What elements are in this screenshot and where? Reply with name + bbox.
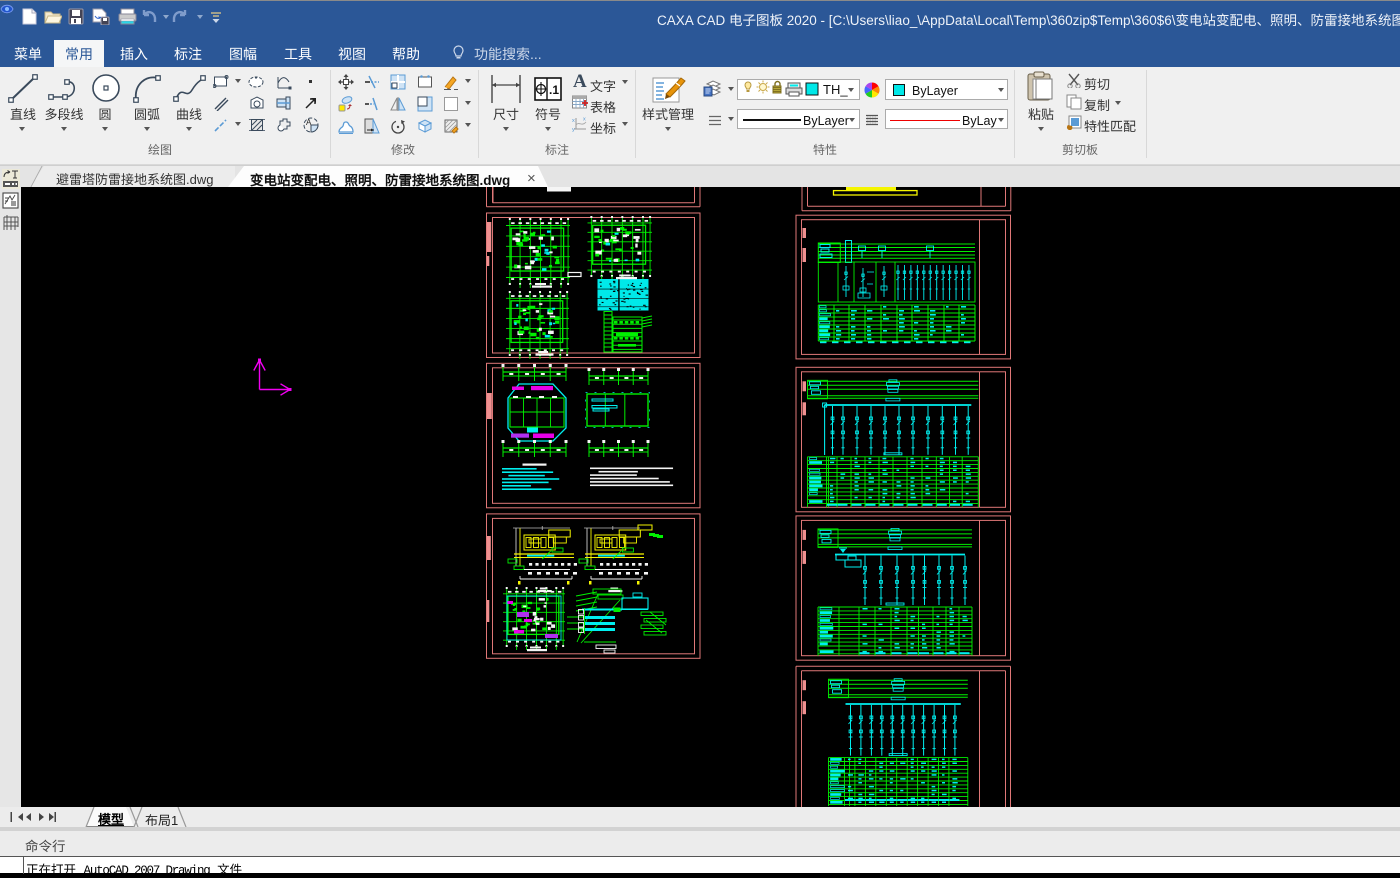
svg-text:x: x bbox=[572, 118, 575, 124]
svg-text:A: A bbox=[306, 118, 312, 127]
svg-text:x: x bbox=[583, 117, 586, 123]
svg-text:TH_: TH_ bbox=[823, 82, 848, 97]
svg-text:y: y bbox=[572, 127, 575, 132]
svg-text:.1: .1 bbox=[549, 83, 559, 97]
